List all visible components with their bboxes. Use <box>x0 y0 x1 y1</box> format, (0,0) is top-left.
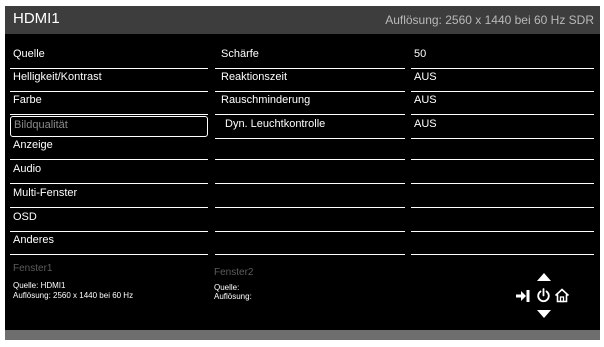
setting-value: AUS <box>414 118 437 130</box>
menu-item-label: OSD <box>13 211 37 223</box>
window1-title: Fenster1 <box>13 263 53 274</box>
divider <box>215 159 405 160</box>
arrow-down-icon[interactable] <box>537 310 551 318</box>
menu-item-anzeige[interactable]: Anzeige <box>10 137 208 160</box>
input-icon[interactable] <box>515 289 531 303</box>
home-icon[interactable] <box>554 288 570 303</box>
divider <box>215 183 405 184</box>
menu-item-label: Multi-Fenster <box>13 187 78 199</box>
setting-dyn-leuchtkontrolle[interactable]: Dyn. Leuchtkontrolle <box>215 116 405 139</box>
menu-item-audio[interactable]: Audio <box>10 161 208 184</box>
menu-item-farbe[interactable]: Farbe <box>10 92 208 115</box>
setting-value: 50 <box>414 48 427 60</box>
setting-value: AUS <box>414 94 437 106</box>
setting-label: Schärfe <box>221 48 259 60</box>
window2-resolution: Auflösung: <box>214 292 252 301</box>
menu-item-bildqualitaet[interactable]: Bildqualität <box>10 116 208 137</box>
menu-item-quelle[interactable]: Quelle <box>10 46 208 69</box>
value-rauschminderung: AUS <box>411 92 594 115</box>
power-icon[interactable] <box>536 288 551 303</box>
divider <box>411 254 594 255</box>
menu-item-anderes[interactable]: Anderes <box>10 232 208 255</box>
divider <box>411 159 594 160</box>
setting-label: Rauschminderung <box>221 94 311 106</box>
window2-source: Quelle: <box>214 283 240 292</box>
divider <box>215 231 405 232</box>
divider <box>215 254 405 255</box>
arrow-up-icon[interactable] <box>537 273 551 281</box>
setting-value: AUS <box>414 71 437 83</box>
value-reaktionszeit: AUS <box>411 69 594 92</box>
menu-item-label: Anderes <box>13 234 54 246</box>
osd-menu-panel: HDMI1 Auflösung: 2560 x 1440 bei 60 Hz S… <box>5 6 600 340</box>
menu-item-label: Audio <box>13 163 42 175</box>
bottom-bar <box>5 330 600 340</box>
setting-label: Dyn. Leuchtkontrolle <box>225 118 326 130</box>
menu-item-label: Farbe <box>13 94 42 106</box>
menu-item-label: Helligkeit/Kontrast <box>13 71 102 83</box>
divider <box>411 231 594 232</box>
menu-item-multi-fenster[interactable]: Multi-Fenster <box>10 185 208 208</box>
window1-resolution: Auflösung: 2560 x 1440 bei 60 Hz <box>13 291 134 300</box>
menu-item-osd[interactable]: OSD <box>10 209 208 232</box>
resolution-info: Auflösung: 2560 x 1440 bei 60 Hz SDR <box>385 13 594 27</box>
title-bar: HDMI1 Auflösung: 2560 x 1440 bei 60 Hz S… <box>5 6 600 34</box>
menu-item-label: Quelle <box>13 48 45 60</box>
window1-source: Quelle: HDMI1 <box>13 281 66 290</box>
value-schaerfe: 50 <box>411 46 594 69</box>
setting-rauschminderung[interactable]: Rauschminderung <box>215 92 405 115</box>
menu-item-helligkeit-kontrast[interactable]: Helligkeit/Kontrast <box>10 69 208 92</box>
menu-item-label: Anzeige <box>13 139 53 151</box>
divider <box>215 207 405 208</box>
value-dyn-leuchtkontrolle: AUS <box>411 116 594 139</box>
window2-title: Fenster2 <box>214 267 254 278</box>
menu-item-label: Bildqualität <box>14 119 68 131</box>
divider <box>411 207 594 208</box>
setting-schaerfe[interactable]: Schärfe <box>215 46 405 69</box>
setting-label: Reaktionszeit <box>221 71 288 83</box>
divider <box>411 183 594 184</box>
input-source-title: HDMI1 <box>13 10 60 27</box>
setting-reaktionszeit[interactable]: Reaktionszeit <box>215 69 405 92</box>
